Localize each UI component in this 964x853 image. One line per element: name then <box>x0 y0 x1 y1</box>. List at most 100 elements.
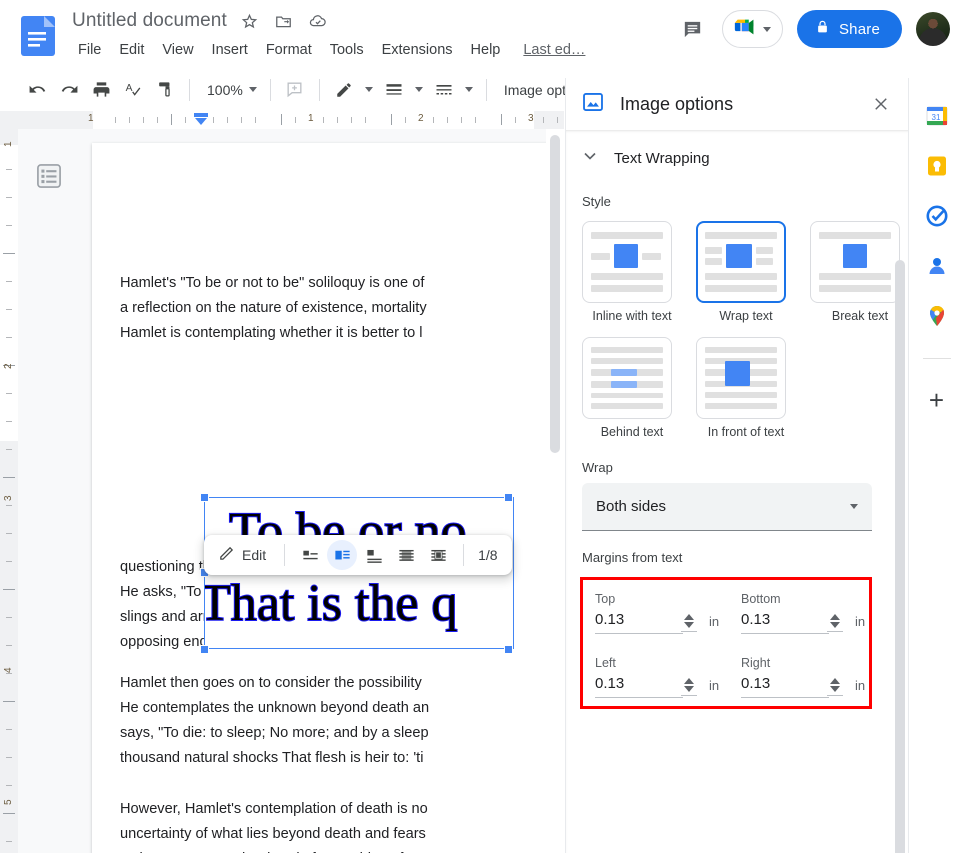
ruler-number-vertical: 1 <box>3 141 14 147</box>
text-wrapping-section-header[interactable]: Text Wrapping <box>566 130 909 171</box>
margin-bottom-stepper[interactable] <box>827 612 843 632</box>
image-options-icon <box>582 91 604 118</box>
zoom-value: 100% <box>207 81 243 98</box>
document-scrollbar[interactable] <box>548 129 562 853</box>
inline-with-text-icon[interactable] <box>295 540 325 570</box>
menu-tools[interactable]: Tools <box>321 40 373 60</box>
document-outline-icon[interactable] <box>32 159 66 193</box>
google-docs-icon[interactable] <box>20 14 56 58</box>
ruler-number-vertical: 2 <box>3 363 14 369</box>
margin-field-top: Top 0.13 in <box>583 592 729 634</box>
share-button[interactable]: Share <box>796 10 902 48</box>
cloud-saved-icon[interactable] <box>307 10 329 32</box>
resize-handle-top-right[interactable] <box>504 493 513 502</box>
style-label-text: Inline with text <box>592 309 672 323</box>
style-option-inline-with-text[interactable]: Inline with text <box>582 221 682 323</box>
document-canvas[interactable]: Hamlet's "To be or not to be" soliloquy … <box>18 129 546 853</box>
google-keep-icon[interactable] <box>925 154 949 178</box>
margin-left-input[interactable]: 0.13 <box>595 673 683 698</box>
close-icon[interactable] <box>867 90 895 118</box>
ruler-number: 3 <box>528 113 534 124</box>
in-front-of-text-icon[interactable] <box>423 540 453 570</box>
move-to-folder-icon[interactable] <box>273 10 295 32</box>
star-icon[interactable] <box>239 10 261 32</box>
menu-help[interactable]: Help <box>462 40 510 60</box>
add-comment-icon[interactable] <box>280 75 310 105</box>
add-on-plus-icon[interactable]: + <box>929 387 944 413</box>
last-edit-link[interactable]: Last ed… <box>523 42 585 58</box>
menu-edit[interactable]: Edit <box>110 40 153 60</box>
margin-top-stepper[interactable] <box>681 612 697 632</box>
break-text-icon[interactable] <box>359 540 389 570</box>
spelling-check-icon[interactable]: A <box>118 75 148 105</box>
margin-bottom-input[interactable]: 0.13 <box>741 609 829 634</box>
menu-insert[interactable]: Insert <box>203 40 257 60</box>
image-options-panel: Image options Text Wrapping Style Inline… <box>565 78 909 853</box>
panel-scrollbar-thumb[interactable] <box>895 260 905 853</box>
document-paragraph[interactable]: Hamlet's "To be or not to be" soliloquy … <box>120 271 546 346</box>
menu-file[interactable]: File <box>72 40 110 60</box>
style-option-wrap-text[interactable]: Wrap text <box>696 221 796 323</box>
wrap-text-icon[interactable] <box>327 540 358 570</box>
redo-icon[interactable] <box>54 75 84 105</box>
margin-unit: in <box>855 614 866 629</box>
google-tasks-icon[interactable] <box>925 204 949 228</box>
print-icon[interactable] <box>86 75 116 105</box>
zoom-selector[interactable]: 100% <box>199 76 261 104</box>
style-option-in-front-of-text[interactable]: In front of text <box>696 337 796 439</box>
avatar[interactable] <box>916 12 950 46</box>
border-weight-caret-icon[interactable] <box>411 75 427 105</box>
menu-bar: File Edit View Insert Format Tools Exten… <box>72 40 585 60</box>
scrollbar-thumb[interactable] <box>550 135 560 453</box>
resize-handle-top-left[interactable] <box>200 493 209 502</box>
comment-history-icon[interactable] <box>678 14 708 44</box>
border-color-caret-icon[interactable] <box>361 75 377 105</box>
margin-label: Left <box>595 656 616 670</box>
margin-left-stepper[interactable] <box>681 676 697 696</box>
toolbar-separator <box>269 78 271 101</box>
google-calendar-icon[interactable]: 31 <box>925 104 949 128</box>
border-dash-caret-icon[interactable] <box>461 75 477 105</box>
resize-handle-bottom-right[interactable] <box>504 645 513 654</box>
border-dash-icon[interactable] <box>429 75 459 105</box>
border-weight-icon[interactable] <box>379 75 409 105</box>
style-thumbnail <box>696 221 786 303</box>
chevron-down-icon <box>762 26 771 32</box>
google-maps-icon[interactable] <box>925 304 949 328</box>
chevron-down-icon <box>580 146 600 171</box>
margin-top-input[interactable]: 0.13 <box>595 609 683 634</box>
document-paragraph[interactable]: Hamlet then goes on to consider the poss… <box>120 671 546 771</box>
menu-view[interactable]: View <box>153 40 202 60</box>
left-indent-marker[interactable] <box>193 112 208 127</box>
style-label-text: Behind text <box>600 425 664 439</box>
main-toolbar: A 100% Image options <box>0 68 592 111</box>
share-label: Share <box>838 20 880 38</box>
ruler-number-vertical: 5 <box>3 799 14 805</box>
panel-title: Image options <box>620 93 734 114</box>
wrap-dropdown[interactable]: Both sides <box>582 483 872 531</box>
document-title[interactable]: Untitled document <box>72 10 227 32</box>
style-option-behind-text[interactable]: Behind text <box>582 337 682 439</box>
header-actions: Share <box>678 10 950 48</box>
google-meet-button[interactable] <box>721 10 783 48</box>
behind-text-icon[interactable] <box>391 540 421 570</box>
toolbar-separator <box>189 78 190 101</box>
wrap-value: Both sides <box>596 498 667 515</box>
google-meet-icon <box>733 16 759 43</box>
resize-handle-bottom-left[interactable] <box>200 645 209 654</box>
margin-right-input[interactable]: 0.13 <box>741 673 829 698</box>
vertical-ruler[interactable]: 1 2 3 4 5 <box>0 129 18 853</box>
undo-icon[interactable] <box>22 75 52 105</box>
menu-extensions[interactable]: Extensions <box>373 40 462 60</box>
chevron-down-icon <box>248 87 257 92</box>
document-paragraph[interactable]: However, Hamlet's contemplation of death… <box>120 797 546 853</box>
paint-format-icon[interactable] <box>150 75 180 105</box>
google-contacts-icon[interactable] <box>925 254 949 278</box>
section-title: Text Wrapping <box>614 150 710 167</box>
svg-text:31: 31 <box>931 113 940 122</box>
horizontal-ruler[interactable]: 1 1 2 3 <box>0 111 564 129</box>
menu-format[interactable]: Format <box>257 40 321 60</box>
pencil-border-color-icon[interactable] <box>329 75 359 105</box>
edit-image-button[interactable]: Edit <box>214 540 274 570</box>
margin-right-stepper[interactable] <box>827 676 843 696</box>
